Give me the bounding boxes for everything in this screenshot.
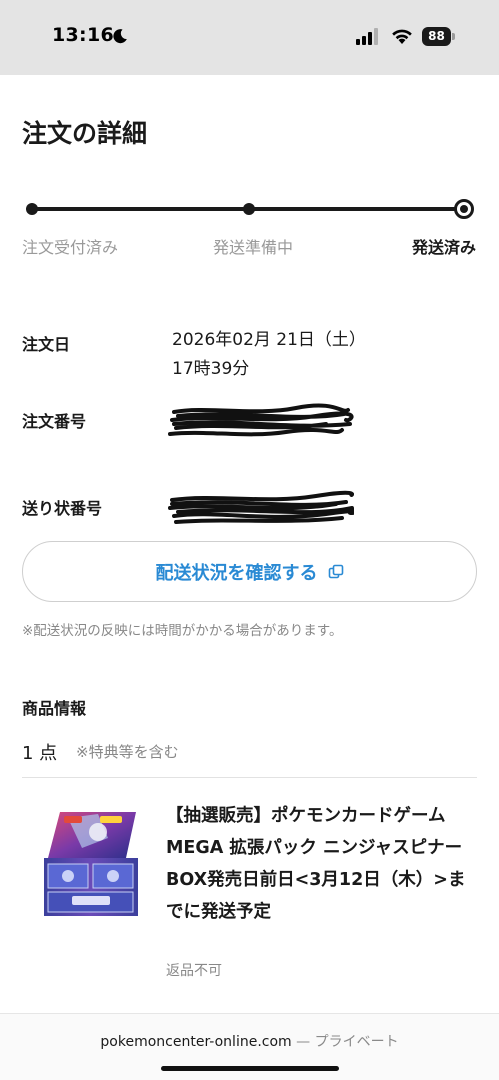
browser-address-bar[interactable]: pokemoncenter-online.com — プライベート bbox=[0, 1031, 499, 1051]
order-date-label: 注文日 bbox=[22, 335, 71, 354]
check-delivery-status-button[interactable]: 配送状況を確認する bbox=[22, 541, 477, 602]
delivery-status-note: ※配送状況の反映には時間がかかる場合があります。 bbox=[22, 623, 343, 639]
order-date-line: 2026年02月 21日（土） bbox=[172, 330, 366, 350]
page-title: 注文の詳細 bbox=[22, 119, 148, 148]
divider bbox=[22, 777, 477, 778]
progress-dot-preparing bbox=[243, 203, 255, 215]
browser-separator: — bbox=[291, 1034, 315, 1050]
order-progress bbox=[22, 196, 478, 222]
return-policy: 返品不可 bbox=[166, 963, 222, 979]
progress-dot-shipped bbox=[454, 199, 474, 219]
home-indicator[interactable] bbox=[161, 1066, 339, 1071]
product-info-title: 商品情報 bbox=[22, 699, 87, 718]
step-label-shipped: 発送済み bbox=[411, 238, 476, 257]
step-label-preparing: 発送準備中 bbox=[213, 238, 294, 257]
browser-domain: pokemoncenter-online.com bbox=[100, 1034, 292, 1050]
order-number-label: 注文番号 bbox=[22, 412, 87, 431]
browser-bottom-bar: pokemoncenter-online.com — プライベート bbox=[0, 1013, 499, 1080]
order-time-line: 17時39分 bbox=[172, 359, 250, 379]
progress-dot-ordered bbox=[26, 203, 38, 215]
order-date-value: 2026年02月 21日（土） 17時39分 bbox=[172, 326, 366, 384]
signal-icon bbox=[356, 28, 378, 45]
browser-private-mode: プライベート bbox=[314, 1034, 399, 1050]
tracking-number-label: 送り状番号 bbox=[22, 499, 103, 518]
external-link-icon bbox=[328, 564, 343, 578]
status-time: 13:16 bbox=[52, 24, 114, 46]
product-quantity: 1 点 bbox=[22, 743, 58, 764]
product-quantity-note: ※特典等を含む bbox=[76, 743, 179, 761]
order-number-redaction bbox=[168, 403, 354, 437]
product-image[interactable] bbox=[38, 808, 144, 920]
wifi-icon bbox=[392, 29, 412, 44]
check-delivery-status-label: 配送状況を確認する bbox=[155, 562, 318, 584]
status-bar: 13:16 88 bbox=[0, 0, 499, 75]
step-label-ordered: 注文受付済み bbox=[22, 238, 119, 257]
tracking-number-redaction bbox=[168, 490, 354, 524]
product-name-link[interactable]: 【抽選販売】ポケモンカードゲーム MEGA 拡張パック ニンジャスピナー BOX… bbox=[166, 800, 471, 928]
moon-icon bbox=[113, 29, 127, 44]
battery-icon: 88 bbox=[422, 27, 456, 46]
battery-level: 88 bbox=[422, 27, 451, 46]
